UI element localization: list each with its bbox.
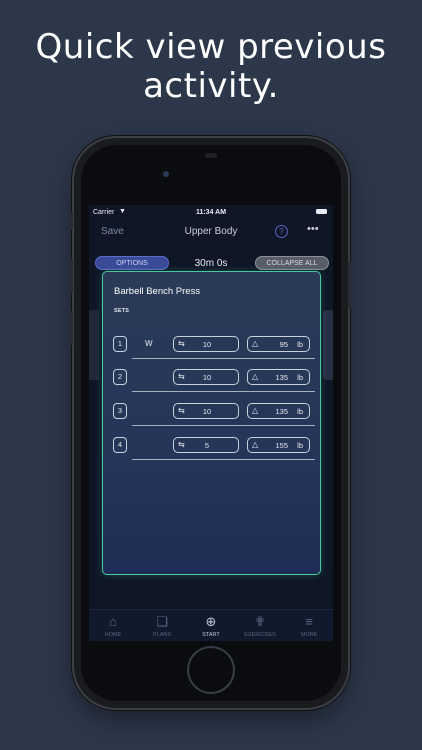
row-divider xyxy=(132,425,315,426)
reps-field[interactable]: ⇆ 10 xyxy=(173,369,239,385)
status-time: 11:34 AM xyxy=(195,208,227,216)
set-row: 4 ⇆ 5 △ 155 lb xyxy=(103,437,322,471)
weight-value: 135 xyxy=(275,373,288,382)
tab-more[interactable]: ≡ MORE xyxy=(289,614,329,638)
more-icon[interactable]: ••• xyxy=(307,223,319,235)
reps-value: 5 xyxy=(204,441,210,450)
headline: Quick view previous activity. xyxy=(0,28,422,106)
weight-field[interactable]: △ 95 lb xyxy=(247,336,310,352)
nav-bar: Save Upper Body ? ••• xyxy=(89,221,333,245)
exercise-quick-view-card: Barbell Bench Press SETS 1 W ⇆ 10 △ 95 l… xyxy=(102,271,321,575)
set-number[interactable]: 4 xyxy=(113,437,127,453)
row-divider xyxy=(132,358,315,359)
reps-value: 10 xyxy=(202,340,212,349)
reps-value: 10 xyxy=(202,407,212,416)
weight-unit: lb xyxy=(297,373,303,382)
tab-label: EXERCISES xyxy=(244,632,276,638)
headline-line-2: activity. xyxy=(143,66,279,106)
row-divider xyxy=(132,459,315,460)
weight-value: 155 xyxy=(275,441,288,450)
row-divider xyxy=(132,391,315,392)
weight-icon: △ xyxy=(252,406,259,415)
help-icon[interactable]: ? xyxy=(275,225,288,238)
set-number[interactable]: 2 xyxy=(113,369,127,385)
reps-field[interactable]: ⇆ 10 xyxy=(173,403,239,419)
weight-field[interactable]: △ 135 lb xyxy=(247,369,310,385)
tab-label: MORE xyxy=(300,632,318,638)
set-type: W xyxy=(145,339,153,348)
weight-value: 95 xyxy=(279,340,288,349)
exercises-icon: ✟ xyxy=(254,614,266,629)
reps-field[interactable]: ⇆ 5 xyxy=(173,437,239,453)
side-switch xyxy=(70,212,73,230)
weight-field[interactable]: △ 135 lb xyxy=(247,403,310,419)
start-icon: ⊕ xyxy=(205,614,217,629)
weight-field[interactable]: △ 155 lb xyxy=(247,437,310,453)
menu-icon: ≡ xyxy=(305,614,313,629)
set-number[interactable]: 1 xyxy=(113,336,127,352)
tab-label: PLANS xyxy=(152,632,172,638)
earpiece-speaker xyxy=(205,153,217,158)
sets-label: SETS xyxy=(114,308,130,314)
front-camera xyxy=(163,171,169,177)
volume-up-button xyxy=(70,259,73,293)
background-card-edge-left xyxy=(89,310,99,380)
weight-icon: △ xyxy=(252,372,259,381)
headline-line-1: Quick view previous xyxy=(35,27,387,67)
workout-title: Upper Body xyxy=(184,226,238,237)
tab-label: START xyxy=(202,632,220,638)
tab-bar: ⌂ HOME ❏ PLANS ⊕ START ✟ EXERCISES ≡ MOR… xyxy=(89,609,333,641)
reps-value: 10 xyxy=(202,373,212,382)
collapse-all-button[interactable]: COLLAPSE ALL xyxy=(255,256,329,270)
tab-exercises[interactable]: ✟ EXERCISES xyxy=(240,614,280,638)
set-number[interactable]: 3 xyxy=(113,403,127,419)
tab-home[interactable]: ⌂ HOME xyxy=(93,614,133,638)
weight-icon: △ xyxy=(252,339,259,348)
volume-down-button xyxy=(70,311,73,345)
weight-unit: lb xyxy=(297,441,303,450)
background-card-edge-right xyxy=(323,310,333,380)
battery-icon xyxy=(316,209,327,214)
tab-start[interactable]: ⊕ START xyxy=(191,614,231,638)
home-icon: ⌂ xyxy=(109,614,117,629)
exercise-title: Barbell Bench Press xyxy=(114,286,201,297)
home-button[interactable] xyxy=(189,648,233,692)
weight-icon: △ xyxy=(252,440,259,449)
plans-icon: ❏ xyxy=(156,614,168,629)
weight-unit: lb xyxy=(297,340,303,349)
weight-unit: lb xyxy=(297,407,303,416)
power-button xyxy=(348,261,351,309)
set-row: 3 ⇆ 10 △ 135 lb xyxy=(103,403,322,437)
set-row: 2 ⇆ 10 △ 135 lb xyxy=(103,369,322,403)
weight-value: 135 xyxy=(275,407,288,416)
set-row: 1 W ⇆ 10 △ 95 lb xyxy=(103,336,322,370)
tab-label: HOME xyxy=(104,632,122,638)
tab-plans[interactable]: ❏ PLANS xyxy=(142,614,182,638)
status-bar: Carrier ▼ 11:34 AM xyxy=(89,205,333,221)
reps-field[interactable]: ⇆ 10 xyxy=(173,336,239,352)
